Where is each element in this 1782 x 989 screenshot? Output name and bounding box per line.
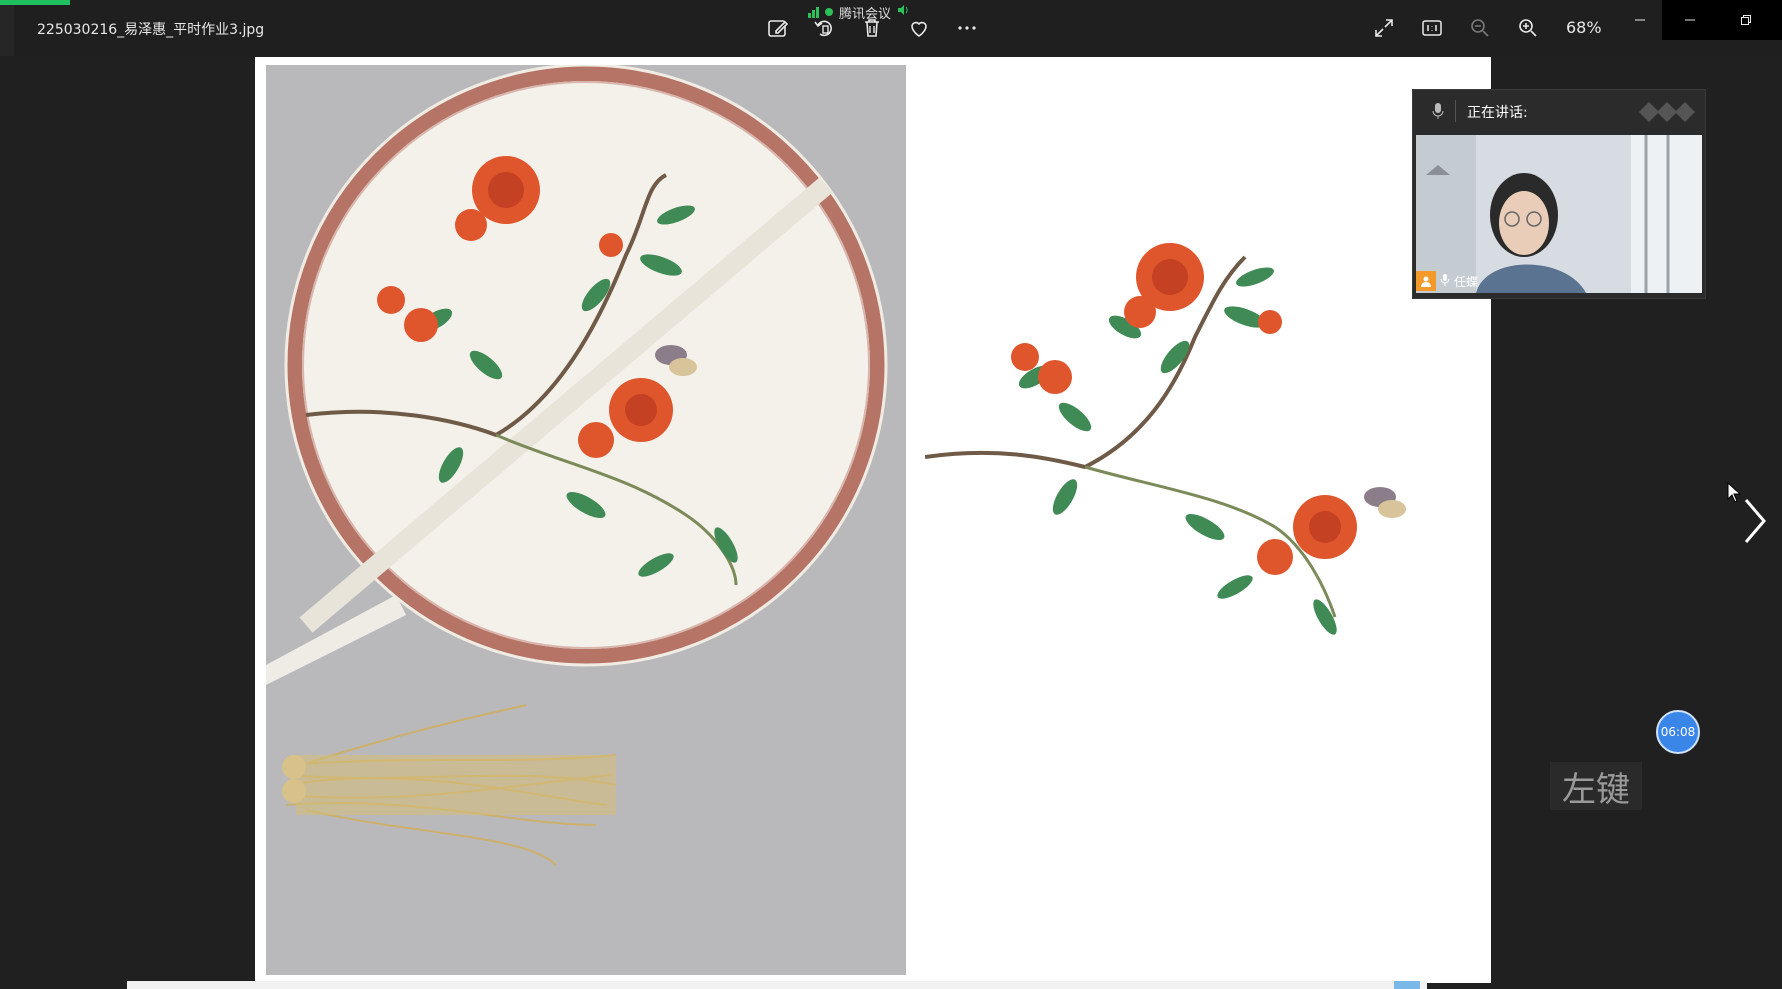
zoom-level[interactable]: 68% — [1566, 18, 1602, 37]
masked-name-icon — [1639, 102, 1695, 126]
scrollbar-thumb[interactable] — [1394, 981, 1420, 989]
participant-video: 任蝶 — [1416, 135, 1702, 293]
actual-size-icon[interactable] — [1420, 16, 1444, 40]
displayed-image[interactable] — [255, 57, 1491, 983]
window-controls — [1662, 0, 1782, 40]
participant-name: 任蝶 — [1454, 274, 1479, 289]
meeting-timer[interactable]: 06:08 — [1656, 710, 1700, 754]
restore-icon[interactable] — [1718, 0, 1774, 40]
recording-dot-icon — [825, 8, 833, 16]
flower-illustration — [924, 197, 1445, 797]
next-image-button[interactable] — [1740, 496, 1770, 546]
video-panel-header: 正在讲话: — [1413, 90, 1705, 132]
minimize-icon[interactable] — [1662, 0, 1718, 40]
user-icon — [1416, 271, 1436, 291]
horizontal-scrollbar[interactable] — [127, 981, 1427, 989]
fullscreen-icon[interactable] — [1372, 16, 1396, 40]
zoom-in-icon[interactable] — [1516, 16, 1540, 40]
file-title: 225030216_易泽惠_平时作业3.jpg — [37, 22, 265, 38]
mic-icon — [1431, 102, 1445, 124]
key-hint: 左键 — [1550, 762, 1642, 810]
window-edge — [0, 0, 14, 56]
edit-icon[interactable] — [766, 16, 790, 40]
favorite-icon[interactable] — [907, 16, 931, 40]
title-bar: 225030216_易泽惠_平时作业3.jpg 腾讯会议 68% — [0, 0, 1782, 56]
mouse-cursor-icon — [1727, 481, 1742, 504]
participant-mic-icon — [1440, 273, 1450, 290]
zoom-out-icon[interactable] — [1468, 16, 1492, 40]
minimize-button[interactable] — [1620, 0, 1660, 40]
chevron-right-icon — [1744, 499, 1766, 543]
rotate-icon[interactable] — [812, 16, 836, 40]
delete-icon[interactable] — [860, 16, 884, 40]
speaking-label: 正在讲话: — [1467, 105, 1528, 121]
participant-label: 任蝶 — [1416, 269, 1478, 293]
meeting-video-panel[interactable]: 正在讲话: 任蝶 — [1412, 89, 1706, 299]
fan-photo — [266, 65, 906, 975]
accent-strip — [0, 0, 70, 5]
more-icon[interactable] — [955, 16, 979, 40]
